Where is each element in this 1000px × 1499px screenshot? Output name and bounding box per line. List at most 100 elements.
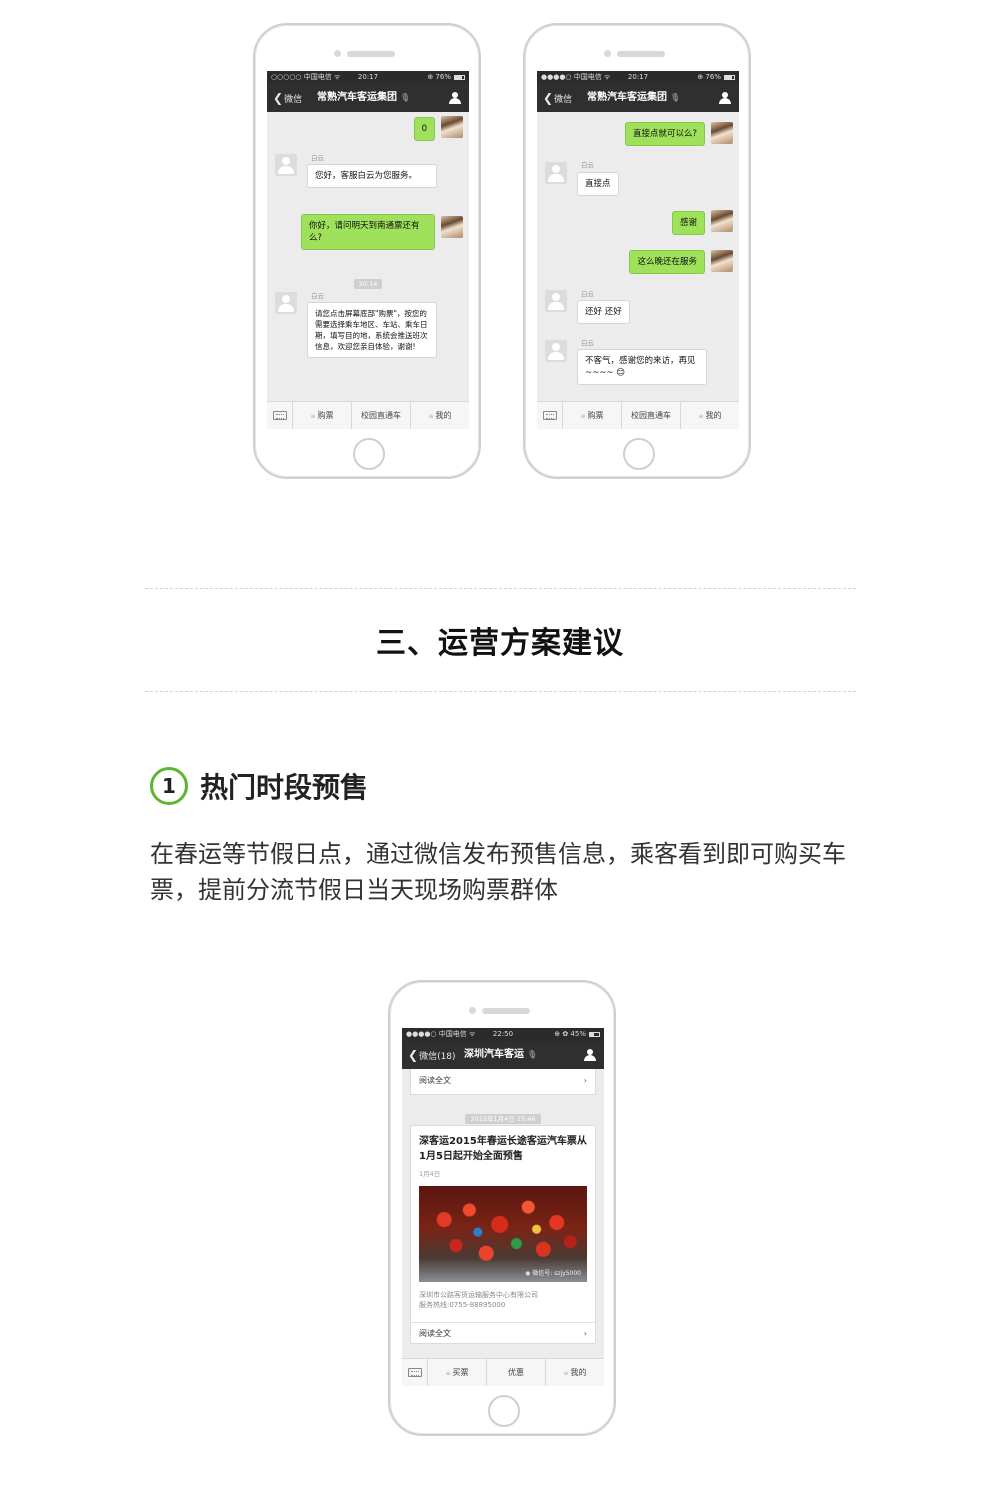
bottom-menu: ≡ 购票 校园直通车 ≡ 我的 <box>537 401 739 429</box>
voice-icon: 🎙 <box>670 93 681 102</box>
chevron-right-icon: › <box>583 1329 587 1338</box>
message-bubble[interactable]: 不客气，感谢您的来访，再见~~~~ 😊 <box>577 349 707 385</box>
menu-dots-icon: ≡ <box>580 413 586 420</box>
sender-name: 白云 <box>311 292 324 300</box>
sender-name: 白云 <box>581 339 594 347</box>
agent-avatar[interactable] <box>545 290 567 312</box>
menu-item-mine[interactable]: ≡ 我的 <box>546 1359 604 1386</box>
status-bar: ●●●●○ 中国电信 ᯤ 22:50 ⊕ ✿ 45% <box>402 1028 604 1041</box>
menu-item-mine[interactable]: ≡ 我的 <box>411 402 469 429</box>
back-button[interactable]: ❮微信 <box>543 84 572 114</box>
article-title[interactable]: 深客运2015年春运长途客运汽车票从1月5日起开始全面预售 <box>419 1134 587 1164</box>
agent-avatar[interactable] <box>275 292 297 314</box>
sender-name: 白云 <box>581 161 594 169</box>
phone-mockup-1: ○○○○○ 中国电信 ᯤ 20:17 ⊕ 76% ❮微信 常熟汽车客运集团 🎙 0… <box>253 23 481 479</box>
message-bubble[interactable]: 你好，请问明天到南通票还有么? <box>301 214 435 250</box>
message-bubble[interactable]: 请您点击屏幕底部"购票"，按您的需要选择乘车地区、车站、乘车日期，填写目的地，系… <box>307 302 437 358</box>
read-more-link[interactable]: 阅读全文 › <box>411 1322 595 1344</box>
menu-item-buy-ticket[interactable]: ≡ 购票 <box>293 402 352 429</box>
message-bubble[interactable]: 还好 还好 <box>577 300 630 324</box>
chevron-left-icon: ❮ <box>543 91 554 105</box>
camera-dot <box>469 1007 476 1014</box>
phone-screen: ●●●●○ 中国电信 ᯤ 20:17 ⊕ 76% ❮微信 常熟汽车客运集团 🎙 直… <box>537 71 739 429</box>
agent-avatar[interactable] <box>545 340 567 362</box>
menu-item-campus-bus[interactable]: 校园直通车 <box>622 402 681 429</box>
home-button <box>488 1395 520 1427</box>
bottom-menu: ≡ 买票 优惠 ≡ 我的 <box>402 1358 604 1386</box>
bottom-menu: ≡ 购票 校园直通车 ≡ 我的 <box>267 401 469 429</box>
battery-label: ⊕ ✿ 45% <box>554 1030 586 1038</box>
back-label: 微信 <box>554 95 573 105</box>
phone-mockup-3: ●●●●○ 中国电信 ᯤ 22:50 ⊕ ✿ 45% ❮微信(18) 深圳汽车客… <box>388 980 616 1436</box>
message-bubble[interactable]: 感谢 <box>671 211 705 235</box>
message-bubble[interactable]: 直接点 <box>577 172 619 196</box>
number-circle-icon: 1 <box>150 767 188 805</box>
user-avatar[interactable] <box>711 250 733 272</box>
sender-name: 白云 <box>311 154 324 162</box>
image-watermark: ◉ 微信号: szjy5000 <box>525 1270 581 1277</box>
message-bubble[interactable]: 这么晚还在服务 <box>629 250 705 274</box>
home-button <box>353 438 385 470</box>
keyboard-icon[interactable] <box>537 402 563 429</box>
article-card[interactable]: 深客运2015年春运长途客运汽车票从1月5日起开始全面预售 1月4日 ◉ 微信号… <box>410 1125 596 1344</box>
chat-title: 常熟汽车客运集团 <box>317 92 397 103</box>
chat-header: ❮微信(18) 深圳汽车客运 🎙 <box>402 1041 604 1069</box>
user-avatar[interactable] <box>441 216 463 238</box>
camera-dot <box>334 50 341 57</box>
home-button <box>623 438 655 470</box>
chat-area: 阅读全文 › 2015年1月4日 15:46 深客运2015年春运长途客运汽车票从… <box>402 1069 604 1358</box>
menu-item-campus-bus[interactable]: 校园直通车 <box>352 402 411 429</box>
subsection-header: 1 热门时段预售 <box>150 766 368 806</box>
message-bubble[interactable]: 直接点就可以么? <box>624 122 705 146</box>
menu-dots-icon: ≡ <box>698 413 704 420</box>
status-bar: ○○○○○ 中国电信 ᯤ 20:17 ⊕ 76% <box>267 71 469 84</box>
voice-icon: 🎙 <box>400 93 411 102</box>
chat-header: ❮微信 常熟汽车客运集团 🎙 <box>537 84 739 112</box>
battery-label: ⊕ 76% <box>697 73 721 81</box>
camera-dot <box>604 50 611 57</box>
battery-icon <box>454 75 465 80</box>
phone-screen: ○○○○○ 中国电信 ᯤ 20:17 ⊕ 76% ❮微信 常熟汽车客运集团 🎙 0… <box>267 71 469 429</box>
description-paragraph: 在春运等节假日点，通过微信发布预售信息，乘客看到即可购买车票，提前分流节假日当天… <box>150 840 846 904</box>
speaker-grille <box>482 1008 530 1014</box>
voice-icon: 🎙 <box>527 1050 538 1059</box>
phone-screen: ●●●●○ 中国电信 ᯤ 22:50 ⊕ ✿ 45% ❮微信(18) 深圳汽车客… <box>402 1028 604 1386</box>
chevron-right-icon: › <box>583 1076 587 1085</box>
back-button[interactable]: ❮微信(18) <box>408 1041 456 1071</box>
section-title: 三、运营方案建议 <box>376 626 624 661</box>
menu-item-mine[interactable]: ≡ 我的 <box>681 402 739 429</box>
speaker-grille <box>617 51 665 57</box>
person-icon[interactable] <box>584 1049 596 1061</box>
status-bar: ●●●●○ 中国电信 ᯤ 20:17 ⊕ 76% <box>537 71 739 84</box>
user-avatar[interactable] <box>711 210 733 232</box>
person-icon[interactable] <box>719 92 731 104</box>
timestamp: 20:14 <box>267 271 469 290</box>
article-cover-image[interactable]: ◉ 微信号: szjy5000 <box>419 1186 587 1282</box>
menu-item-discount[interactable]: 优惠 <box>487 1359 546 1386</box>
back-button[interactable]: ❮微信 <box>273 84 302 114</box>
chevron-left-icon: ❮ <box>408 1048 419 1062</box>
agent-avatar[interactable] <box>275 154 297 176</box>
article-date: 1月4日 <box>419 1170 441 1178</box>
keyboard-icon[interactable] <box>267 402 293 429</box>
person-icon[interactable] <box>449 92 461 104</box>
sender-name: 白云 <box>581 290 594 298</box>
battery-icon <box>724 75 735 80</box>
phone-mockup-2: ●●●●○ 中国电信 ᯤ 20:17 ⊕ 76% ❮微信 常熟汽车客运集团 🎙 直… <box>523 23 751 479</box>
menu-item-buy-ticket[interactable]: ≡ 买票 <box>428 1359 487 1386</box>
back-label: 微信 <box>284 95 303 105</box>
battery-label: ⊕ 76% <box>427 73 451 81</box>
subsection-title: 热门时段预售 <box>200 771 369 804</box>
message-bubble[interactable]: 您好，客服白云为您服务。 <box>307 164 437 188</box>
user-avatar[interactable] <box>441 116 463 138</box>
read-more-link[interactable]: 阅读全文 › <box>410 1069 596 1095</box>
menu-dots-icon: ≡ <box>428 413 434 420</box>
menu-dots-icon: ≡ <box>445 1370 451 1377</box>
chevron-left-icon: ❮ <box>273 91 284 105</box>
menu-item-buy-ticket[interactable]: ≡ 购票 <box>563 402 622 429</box>
agent-avatar[interactable] <box>545 162 567 184</box>
message-bubble[interactable]: 0 <box>413 117 435 141</box>
user-avatar[interactable] <box>711 122 733 144</box>
menu-dots-icon: ≡ <box>310 413 316 420</box>
keyboard-icon[interactable] <box>402 1359 428 1386</box>
